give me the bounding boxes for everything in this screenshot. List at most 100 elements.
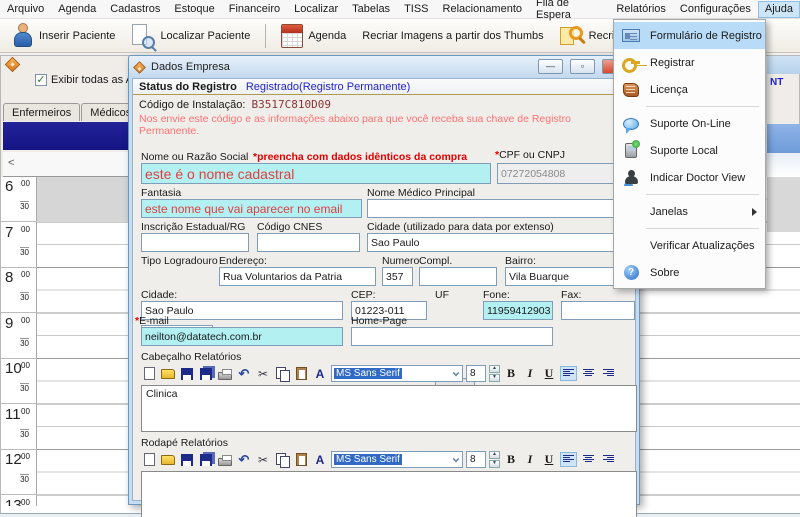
menu-item-verificar-atualizacoes[interactable]: Verificar Atualizações xyxy=(614,232,765,259)
underline-button[interactable]: U xyxy=(541,366,557,381)
endereco-input[interactable]: Rua Voluntarios da Patria xyxy=(219,267,376,286)
menubar-item-ajuda[interactable]: Ajuda xyxy=(758,1,800,18)
menu-item-label: Indicar Doctor View xyxy=(650,172,745,184)
menubar-item-relatórios[interactable]: Relatórios xyxy=(609,1,673,18)
inscricao-input[interactable] xyxy=(141,233,249,252)
menubar-item-localizar[interactable]: Localizar xyxy=(287,1,345,18)
italic-button[interactable]: I xyxy=(522,366,538,381)
align-left-button[interactable] xyxy=(560,366,577,381)
agenda-button[interactable]: Agenda xyxy=(275,22,352,50)
homepage-input[interactable] xyxy=(351,327,553,346)
cut-icon[interactable]: ✂ xyxy=(255,366,271,381)
empty-icon-slot xyxy=(621,237,641,255)
save-icon[interactable] xyxy=(179,366,195,381)
underline-button[interactable]: U xyxy=(541,452,557,467)
tab-enfermeiros[interactable]: Enfermeiros xyxy=(3,103,80,121)
align-left-button[interactable] xyxy=(560,452,577,467)
copy-icon[interactable] xyxy=(274,366,290,381)
open-folder-icon[interactable] xyxy=(160,366,176,381)
bold-button[interactable]: B xyxy=(503,452,519,467)
open-folder-icon[interactable] xyxy=(160,452,176,467)
razao-social-input[interactable]: este é o nome cadastral xyxy=(141,163,491,184)
font-select[interactable]: MS Sans Serif xyxy=(331,365,463,382)
bold-button[interactable]: B xyxy=(503,366,519,381)
fone-input[interactable]: 11959412903 xyxy=(483,301,553,320)
save-all-icon[interactable] xyxy=(198,366,214,381)
undo-icon[interactable]: ↶ xyxy=(236,452,252,467)
font-size-spinner[interactable]: ▲▼ xyxy=(489,451,500,468)
checkbox-check-icon[interactable]: ✓ xyxy=(35,74,47,86)
align-center-button[interactable] xyxy=(580,452,597,467)
back-arrow-button[interactable]: < xyxy=(8,157,14,169)
installation-code-row: Código de Instalação: B3517C810D09 xyxy=(133,95,635,111)
font-name-value: MS Sans Serif xyxy=(334,454,402,465)
menubar-item-tiss[interactable]: TISS xyxy=(397,1,435,18)
header-editor-toolbar: ↶ ✂ A MS Sans Serif 8 ▲▼ B I U xyxy=(141,364,637,383)
email-input[interactable]: neilton@datatech.com.br xyxy=(141,327,343,346)
save-all-icon[interactable] xyxy=(198,452,214,467)
insert-patient-button[interactable]: Inserir Paciente xyxy=(6,21,121,51)
menubar-item-tabelas[interactable]: Tabelas xyxy=(345,1,397,18)
menubar-item-arquivo[interactable]: Arquivo xyxy=(0,1,51,18)
status-label: Status do Registro xyxy=(139,81,237,93)
fax-input[interactable] xyxy=(561,301,635,320)
cnes-input[interactable] xyxy=(257,233,360,252)
font-icon[interactable]: A xyxy=(312,366,328,381)
font-name-value: MS Sans Serif xyxy=(334,368,402,379)
menu-item-suporte-local[interactable]: Suporte Local xyxy=(614,137,765,164)
menubar-item-financeiro[interactable]: Financeiro xyxy=(222,1,287,18)
paste-icon[interactable] xyxy=(293,366,309,381)
menubar-item-agenda[interactable]: Agenda xyxy=(51,1,103,18)
minimize-button[interactable]: — xyxy=(538,59,563,74)
search-thumbnails-icon xyxy=(560,24,584,48)
copy-icon[interactable] xyxy=(274,452,290,467)
save-icon[interactable] xyxy=(179,452,195,467)
menubar-item-cadastros[interactable]: Cadastros xyxy=(103,1,167,18)
print-icon[interactable] xyxy=(217,366,233,381)
inscricao-label: Inscrição Estadual/RG xyxy=(141,221,245,233)
font-size-input[interactable]: 8 xyxy=(466,451,486,468)
find-patient-button[interactable]: Localizar Paciente xyxy=(125,21,256,51)
menu-item-sobre[interactable]: ? Sobre xyxy=(614,259,765,286)
cidade-extenso-input[interactable]: Sao Paulo xyxy=(367,233,635,252)
compl-input[interactable] xyxy=(419,267,497,286)
menubar-item-fila-de-espera[interactable]: Fila de Espera xyxy=(529,1,609,18)
align-right-button[interactable] xyxy=(600,366,617,381)
find-patient-label: Localizar Paciente xyxy=(160,30,250,42)
recreate-images-button[interactable]: Recriar Imagens a partir dos Thumbs xyxy=(356,28,549,44)
new-file-icon[interactable] xyxy=(141,366,157,381)
font-icon[interactable]: A xyxy=(312,452,328,467)
cut-icon[interactable]: ✂ xyxy=(255,452,271,467)
align-right-button[interactable] xyxy=(600,452,617,467)
font-size-spinner[interactable]: ▲▼ xyxy=(489,365,500,382)
paste-icon[interactable] xyxy=(293,452,309,467)
menu-item-janelas[interactable]: Janelas xyxy=(614,198,765,225)
numero-input[interactable]: 357 xyxy=(382,267,413,286)
menubar-item-configurações[interactable]: Configurações xyxy=(673,1,758,18)
print-icon[interactable] xyxy=(217,452,233,467)
medico-principal-input[interactable] xyxy=(367,199,635,218)
fantasia-input[interactable]: este nome que vai aparecer no email xyxy=(141,199,362,218)
undo-icon[interactable]: ↶ xyxy=(236,366,252,381)
agenda-right-selected-row xyxy=(767,124,800,153)
footer-reports-label: Rodapé Relatórios xyxy=(141,437,228,449)
font-select[interactable]: MS Sans Serif xyxy=(331,451,463,468)
menu-item-indicar-doctor-view[interactable]: Indicar Doctor View xyxy=(614,164,765,191)
menu-item-licenca[interactable]: Licença xyxy=(614,76,765,103)
empty-icon-slot xyxy=(621,203,641,221)
menubar-item-estoque[interactable]: Estoque xyxy=(167,1,221,18)
font-size-input[interactable]: 8 xyxy=(466,365,486,382)
header-reports-textarea[interactable]: Clinica xyxy=(141,385,637,432)
cidade-input[interactable]: Sao Paulo xyxy=(141,301,343,320)
dialog-title-bar[interactable]: Dados Empresa — ▫ xyxy=(129,56,639,78)
menu-item-suporte-online[interactable]: Suporte On-Line xyxy=(614,110,765,137)
new-file-icon[interactable] xyxy=(141,452,157,467)
restore-button[interactable]: ▫ xyxy=(570,59,595,74)
agenda-back-row: < xyxy=(3,152,129,177)
menu-item-formulario-registro[interactable]: Formulário de Registro xyxy=(614,22,765,49)
align-center-button[interactable] xyxy=(580,366,597,381)
footer-reports-textarea[interactable] xyxy=(141,471,637,517)
menubar-item-relacionamento[interactable]: Relacionamento xyxy=(436,1,530,18)
menu-item-registrar[interactable]: Registrar xyxy=(614,49,765,76)
italic-button[interactable]: I xyxy=(522,452,538,467)
